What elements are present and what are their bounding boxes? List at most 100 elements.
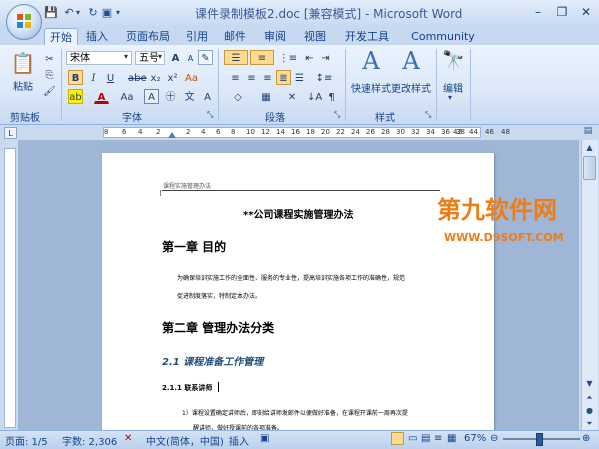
superscript-button[interactable]: x²: [165, 70, 180, 85]
bold-button[interactable]: B: [68, 70, 83, 85]
page-count[interactable]: 页面: 1/5: [5, 433, 48, 448]
phonetic-guide-icon[interactable]: 文: [182, 89, 197, 104]
paragraph-dialog-launcher-icon[interactable]: ⤡: [334, 110, 340, 120]
distributed-icon[interactable]: ☰: [292, 70, 307, 85]
zoom-out-icon[interactable]: ⊖: [490, 433, 498, 444]
font-name-dropdown-icon[interactable]: ▾: [124, 52, 128, 61]
proofing-icon[interactable]: ✕: [124, 433, 132, 444]
enclosed-char-icon[interactable]: ㊉: [163, 89, 178, 104]
undo-dropdown-icon[interactable]: ▾: [74, 6, 82, 20]
select-browse-object-icon[interactable]: ●: [582, 404, 597, 417]
zoom-level[interactable]: 67%: [464, 433, 486, 444]
tab-insert[interactable]: 插入: [82, 28, 112, 45]
change-case-icon[interactable]: Aa: [184, 70, 199, 85]
shading-icon[interactable]: ◇: [226, 89, 250, 104]
change-styles-icon[interactable]: A: [396, 48, 426, 76]
font-name-select[interactable]: 宋体: [66, 51, 132, 65]
increase-indent-icon[interactable]: ⇥: [318, 50, 333, 65]
zoom-slider-thumb[interactable]: [536, 433, 543, 446]
save-icon[interactable]: 💾: [44, 6, 58, 20]
close-button[interactable]: ✕: [575, 3, 597, 21]
grow-font-icon[interactable]: A: [168, 50, 183, 65]
format-painter-icon[interactable]: 🖌: [42, 83, 57, 98]
tab-selector-icon[interactable]: L: [4, 127, 17, 139]
tab-page-layout[interactable]: 页面布局: [124, 28, 172, 45]
paste-icon[interactable]: 📋: [10, 50, 36, 78]
previous-page-icon[interactable]: ⏶: [582, 391, 597, 404]
borders-icon[interactable]: ▦: [254, 89, 278, 104]
char-border-icon[interactable]: A: [200, 89, 215, 104]
quick-styles-button[interactable]: 快速样式: [350, 80, 392, 95]
redo-icon[interactable]: ↻: [86, 6, 100, 20]
scroll-down-icon[interactable]: ▼: [582, 377, 597, 390]
change-styles-button[interactable]: 更改样式: [390, 80, 432, 95]
minimize-button[interactable]: –: [527, 3, 549, 21]
word-count[interactable]: 字数: 2,306: [62, 433, 117, 448]
page-header: 课程实施管理办法: [163, 183, 212, 190]
vertical-ruler[interactable]: [4, 148, 16, 428]
subscript-button[interactable]: x₂: [148, 70, 163, 85]
editing-icon[interactable]: 🔭: [442, 48, 464, 76]
font-size-dropdown-icon[interactable]: ▾: [158, 52, 162, 61]
paragraph-1-line-1: 为确保培训实施工作的全面性、服务的专业性，提高培训实施各项工作的准确性，规范: [177, 275, 406, 282]
decrease-indent-icon[interactable]: ⇤: [302, 50, 317, 65]
clear-format-icon[interactable]: ✎: [198, 50, 213, 65]
tab-developer[interactable]: 开发工具: [342, 28, 392, 45]
next-page-icon[interactable]: ⏷: [582, 417, 597, 430]
font-dialog-launcher-icon[interactable]: ⤡: [207, 110, 213, 120]
char-shading-icon[interactable]: A: [144, 89, 159, 104]
line-spacing-icon[interactable]: ↕≡: [312, 70, 336, 85]
ruler-number: 48: [501, 128, 510, 136]
editing-button[interactable]: 编辑: [440, 80, 466, 95]
quick-styles-icon[interactable]: A: [356, 48, 386, 76]
align-right-icon[interactable]: ≡: [260, 70, 275, 85]
cut-icon[interactable]: ✂: [42, 51, 57, 66]
numbering-icon[interactable]: ≡: [250, 50, 274, 65]
align-left-icon[interactable]: ≡: [228, 70, 243, 85]
bullets-icon[interactable]: ☰: [224, 50, 248, 65]
multilevel-list-icon[interactable]: ⋮≡: [276, 50, 300, 65]
scroll-up-icon[interactable]: ▲: [582, 141, 597, 154]
scroll-thumb[interactable]: [583, 156, 596, 180]
watermark-logo-text: 第九软件网: [437, 196, 557, 224]
styles-dialog-launcher-icon[interactable]: ⤡: [425, 110, 431, 120]
justify-icon[interactable]: ≣: [276, 70, 291, 85]
print-layout-view-icon[interactable]: [391, 432, 404, 445]
insert-mode[interactable]: 插入: [229, 433, 249, 448]
tab-references[interactable]: 引用: [184, 28, 210, 45]
ruler-number: 28: [381, 128, 390, 136]
align-center-icon[interactable]: ≡: [244, 70, 259, 85]
font-case-icon[interactable]: Aa: [118, 89, 136, 104]
outline-view-icon[interactable]: ≡: [434, 433, 442, 444]
sort-asian-icon[interactable]: ✕: [282, 89, 302, 104]
tab-view[interactable]: 视图: [302, 28, 328, 45]
web-layout-view-icon[interactable]: ▤: [421, 433, 430, 444]
tab-home[interactable]: 开始: [44, 28, 78, 46]
font-color-icon[interactable]: A: [94, 89, 109, 104]
show-marks-icon[interactable]: ¶: [324, 89, 339, 104]
full-screen-view-icon[interactable]: ▭: [408, 433, 417, 444]
language-indicator[interactable]: 中文(简体，中国): [146, 433, 224, 448]
editing-dropdown-icon[interactable]: ▾: [448, 93, 452, 102]
restore-button[interactable]: ❐: [551, 3, 573, 21]
tab-community-clips[interactable]: Community Clips: [402, 28, 484, 60]
highlight-icon[interactable]: ab: [68, 89, 83, 104]
zoom-in-icon[interactable]: ⊕: [582, 433, 590, 444]
underline-button[interactable]: U: [103, 70, 118, 85]
copy-icon[interactable]: ⎘: [42, 67, 57, 82]
draft-view-icon[interactable]: ▦: [447, 433, 456, 444]
strikethrough-button[interactable]: abe: [127, 70, 147, 85]
indent-marker-icon[interactable]: [168, 132, 176, 138]
shrink-font-icon[interactable]: A: [183, 50, 198, 65]
sort-icon[interactable]: ↓A: [306, 89, 322, 104]
paste-button[interactable]: 粘贴: [10, 78, 36, 93]
macro-record-icon[interactable]: ▣: [260, 433, 269, 444]
qat-customize-icon[interactable]: ▣: [100, 6, 114, 20]
styles-group-label: 样式: [375, 113, 395, 124]
view-ruler-icon[interactable]: ▤: [582, 126, 594, 138]
qat-more-icon[interactable]: ▾: [114, 6, 122, 20]
tab-review[interactable]: 审阅: [262, 28, 288, 45]
italic-button[interactable]: I: [86, 70, 101, 85]
tab-mailings[interactable]: 邮件: [222, 28, 248, 45]
ruler-number: 42: [453, 128, 462, 136]
